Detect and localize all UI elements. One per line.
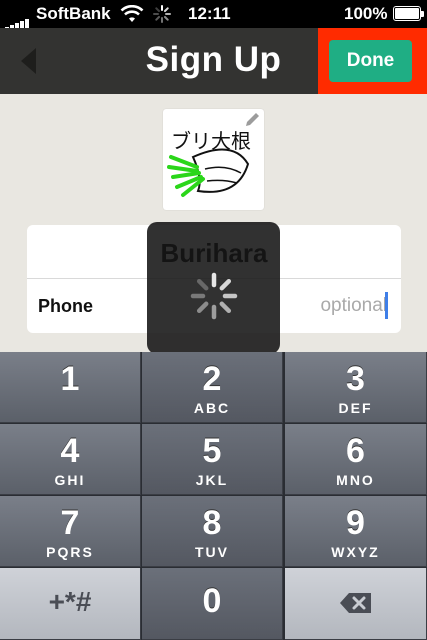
key-7[interactable]: 7 PQRS <box>0 496 141 567</box>
key-letters: TUV <box>195 544 229 560</box>
key-3[interactable]: 3 DEF <box>285 352 427 423</box>
key-digit: 0 <box>202 582 222 620</box>
text-cursor <box>385 292 388 319</box>
key-6[interactable]: 6 MNO <box>285 424 427 495</box>
key-digit: 1 <box>60 360 80 398</box>
key-digit: 5 <box>202 432 222 470</box>
delete-key[interactable] <box>285 568 427 640</box>
wifi-icon <box>120 5 144 22</box>
key-9[interactable]: 9 WXYZ <box>285 496 427 567</box>
loading-spinner-icon <box>190 272 238 320</box>
key-letters: JKL <box>195 472 229 488</box>
avatar-caption: ブリ大根 <box>171 129 251 153</box>
key-symbols-label: +*# <box>48 586 92 617</box>
key-digit: 2 <box>202 360 222 398</box>
key-digit: 9 <box>346 504 365 542</box>
key-2[interactable]: 2 ABC <box>142 352 283 423</box>
status-time: 12:11 <box>188 4 231 23</box>
pencil-icon[interactable] <box>243 111 261 129</box>
key-letters: GHI <box>54 472 86 488</box>
key-5[interactable]: 5 JKL <box>142 424 283 495</box>
battery-icon <box>393 6 424 21</box>
battery-percentage: 100% <box>344 4 388 23</box>
key-letters: MNO <box>336 472 375 488</box>
key-letters: PQRS <box>46 544 94 560</box>
key-digit: 3 <box>346 360 365 398</box>
key-letters: DEF <box>338 400 373 416</box>
delete-icon <box>340 593 371 613</box>
key-4[interactable]: 4 GHI <box>0 424 141 495</box>
profile-photo[interactable]: ブリ大根 <box>163 109 264 210</box>
key-digit: 8 <box>202 504 222 542</box>
phone-label: Phone <box>38 296 94 316</box>
key-letters: ABC <box>193 400 231 416</box>
done-button[interactable]: Done <box>329 40 412 82</box>
key-digit: 7 <box>60 504 80 542</box>
key-1[interactable]: 1 <box>0 352 141 423</box>
key-digit: 4 <box>60 432 80 470</box>
numeric-keypad: 1 2 ABC 3 DEF 4 GHI 5 JKL 6 MNO 7 PQRS 8… <box>0 352 427 640</box>
key-8[interactable]: 8 TUV <box>142 496 283 567</box>
activity-indicator-icon <box>153 5 171 23</box>
key-0[interactable]: 0 <box>142 568 283 640</box>
carrier-name: SoftBank <box>36 4 111 23</box>
navigation-bar: Sign Up Done <box>0 28 427 94</box>
key-symbols[interactable]: +*# <box>0 568 141 640</box>
key-digit: 6 <box>346 432 365 470</box>
key-letters: WXYZ <box>331 544 380 560</box>
status-bar: SoftBank 12:11 100% <box>0 0 427 31</box>
loading-overlay <box>147 222 280 354</box>
